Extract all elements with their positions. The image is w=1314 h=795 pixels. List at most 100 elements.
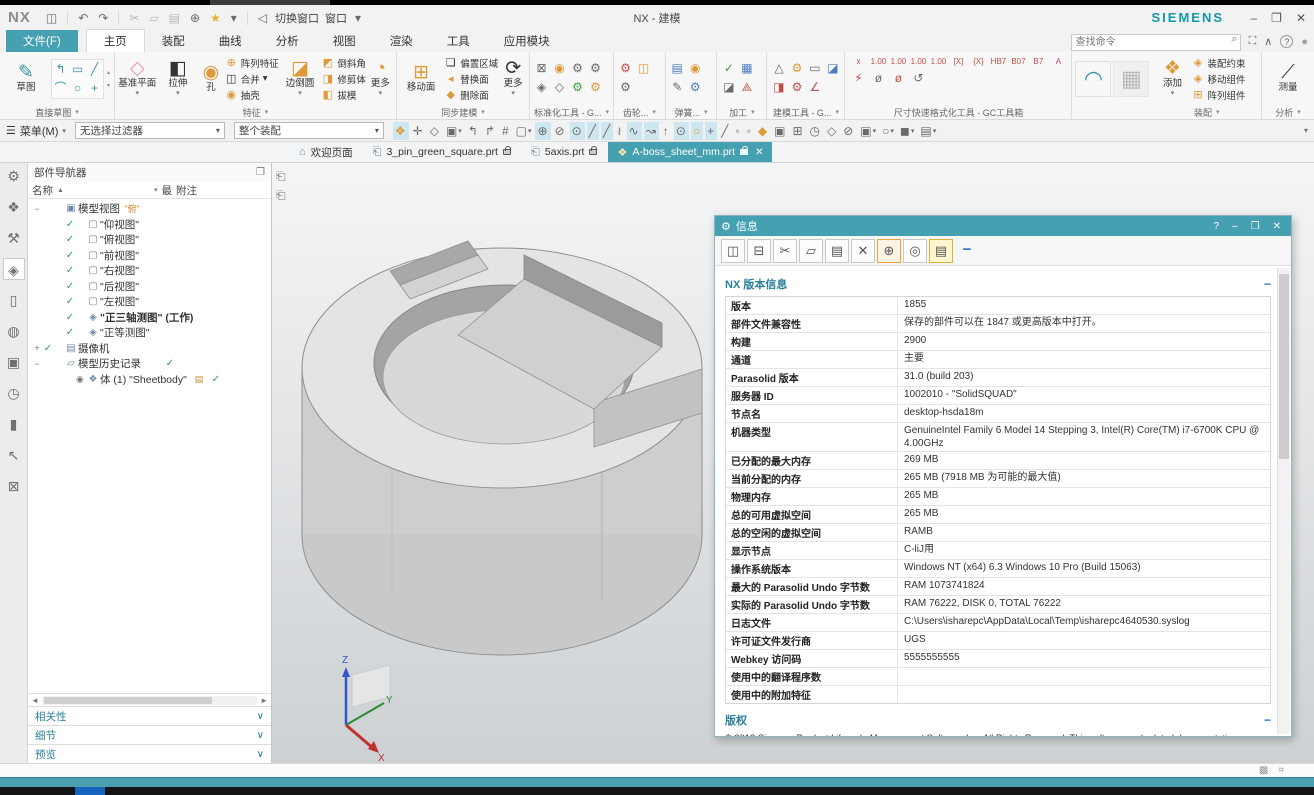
standard-tool-icon[interactable]: ◇ xyxy=(551,79,568,95)
sketch-tool-icon[interactable]: ⌒ xyxy=(52,79,69,98)
selection-toolbar-icon[interactable]: ╱ xyxy=(587,122,599,140)
minimize-window-icon[interactable]: – xyxy=(1250,11,1257,25)
constraint-navigator-icon[interactable]: ⚒ xyxy=(3,227,25,249)
dialog-minimize-icon[interactable]: ‒ xyxy=(1228,221,1242,232)
selection-toolbar-icon[interactable]: ◆ xyxy=(756,122,770,140)
tree-row[interactable]: ◉ ❖ 体 (1) "Sheetbody" ▤ ✓ xyxy=(32,372,271,388)
selection-toolbar-icon[interactable]: ▤▾ xyxy=(918,122,938,140)
dimension-format-icon[interactable]: {X} xyxy=(968,54,988,70)
standard-tool-icon[interactable]: ⚙ xyxy=(587,60,604,76)
tree-row[interactable]: − ▣ 模型视图 "俯" xyxy=(32,201,271,217)
expander-icon[interactable]: − xyxy=(32,359,42,369)
tree-row[interactable]: ✓ ▢ "后视图" xyxy=(32,279,271,295)
redo-icon[interactable]: ↷ xyxy=(94,10,112,26)
dimension-format-icon[interactable]: ⚡ xyxy=(848,70,868,86)
standard-tool-icon[interactable]: ⚙ xyxy=(587,79,604,95)
dimension-format-icon[interactable]: A xyxy=(1048,54,1068,70)
check-icon[interactable]: ✓ xyxy=(64,296,76,307)
standard-tool-icon[interactable]: ◈ xyxy=(533,79,550,95)
view-manager-icon[interactable]: ◍ xyxy=(3,320,25,342)
selection-toolbar-icon[interactable]: ╱ xyxy=(601,122,613,140)
selection-toolbar-icon[interactable]: ≀ xyxy=(615,122,625,140)
datum-plane-button[interactable]: ◇基准平面▾ xyxy=(118,59,157,97)
hole-button[interactable]: ◉孔 xyxy=(199,63,223,93)
hd3d-tools-icon[interactable]: ▮ xyxy=(3,413,25,435)
tab-analysis[interactable]: 分析 xyxy=(259,30,316,52)
tab-render[interactable]: 渲染 xyxy=(373,30,430,52)
selection-toolbar-icon[interactable]: # xyxy=(500,122,512,140)
dialog-title-bar[interactable]: ⚙ 信息 ? ‒ ❐ ✕ xyxy=(715,216,1291,236)
check-icon[interactable]: ✓ xyxy=(64,250,76,261)
collapse-all-icon[interactable]: − xyxy=(955,239,979,263)
selection-toolbar-icon[interactable]: ◦ xyxy=(745,122,754,140)
crosshair-icon[interactable]: ⊕ xyxy=(877,239,901,263)
tree-row[interactable]: − ▱ 模型历史记录 ✓ xyxy=(32,356,271,372)
dimension-format-icon[interactable]: 1.00 xyxy=(928,54,948,70)
system-tools-icon[interactable]: ⊠ xyxy=(3,475,25,497)
dimension-format-icon[interactable]: ↺ xyxy=(908,70,928,86)
save-icon[interactable]: ◫ xyxy=(721,239,745,263)
standard-tool-icon[interactable]: ⊠ xyxy=(533,60,550,76)
menu-button[interactable]: ☰菜单(M)▾ xyxy=(6,123,66,139)
favorites-caret-icon[interactable]: ▾ xyxy=(227,10,241,26)
selection-toolbar-icon[interactable]: ↝ xyxy=(644,122,659,140)
sketch-button[interactable]: ✎草图 xyxy=(3,63,49,93)
orient-view-icon[interactable]: ⊕ xyxy=(186,10,204,26)
cut-icon[interactable]: ✂ xyxy=(125,10,143,26)
dialog-scrollbar[interactable] xyxy=(1277,268,1290,734)
dimension-format-icon[interactable]: 1.00 xyxy=(868,54,888,70)
sketch-tool-icon[interactable]: + xyxy=(86,79,103,98)
maximize-window-icon[interactable]: ❐ xyxy=(1271,11,1282,25)
dimension-format-icon[interactable]: B7 xyxy=(1028,54,1048,70)
edge-blend-button[interactable]: ◪边倒圆▾ xyxy=(281,59,320,97)
copy-icon[interactable]: ▱ xyxy=(145,10,162,26)
move-component-button[interactable]: ◈移动组件 xyxy=(1191,71,1245,86)
delete-icon[interactable]: ✕ xyxy=(851,239,875,263)
tab-part-5axis[interactable]: ⎗5axis.prt xyxy=(522,142,607,162)
measure-button[interactable]: ⟋测量 xyxy=(1265,63,1311,93)
tree-row[interactable]: + ✓ ▤ 摄像机 xyxy=(32,341,271,357)
selection-toolbar-icon[interactable]: ◇ xyxy=(825,122,839,140)
tab-assembly[interactable]: 装配 xyxy=(145,30,202,52)
selection-toolbar-icon[interactable]: ▣▾ xyxy=(858,122,878,140)
sync-more-button[interactable]: ⟳更多▾ xyxy=(500,59,526,97)
notes-icon[interactable]: ▤ xyxy=(929,239,953,263)
selection-toolbar-icon[interactable]: ◇ xyxy=(428,122,442,140)
machining-tool-icon[interactable]: ▦ xyxy=(738,60,755,76)
pattern-feature-button[interactable]: ⊕阵列特征 xyxy=(225,55,279,70)
toolbar-overflow-icon[interactable]: ▾ xyxy=(1304,126,1308,135)
selection-toolbar-icon[interactable]: ◷ xyxy=(808,122,823,140)
roles-icon[interactable]: ↖ xyxy=(3,444,25,466)
collapse-ribbon-icon[interactable]: ∧ xyxy=(1264,35,1272,48)
scrollbar-thumb[interactable] xyxy=(1279,274,1289,459)
check-icon[interactable]: ✓ xyxy=(64,234,76,245)
collapse-section-icon[interactable]: − xyxy=(1264,277,1271,291)
selection-toolbar-icon[interactable]: ↰ xyxy=(466,122,481,140)
spring-tool-icon[interactable]: ◉ xyxy=(687,60,704,76)
dimension-format-icon[interactable]: ø xyxy=(888,70,908,86)
selection-toolbar-icon[interactable]: ↱ xyxy=(483,122,498,140)
copy-icon[interactable]: ▱ xyxy=(799,239,823,263)
modeling-tool-icon[interactable]: ▭ xyxy=(806,60,823,76)
modeling-tool-icon[interactable]: ⚙ xyxy=(788,79,805,95)
machining-tool-icon[interactable]: ◪ xyxy=(720,79,737,95)
tab-welcome-page[interactable]: ⌂欢迎页面 xyxy=(290,142,362,162)
selection-scope-dropdown[interactable]: 整个装配▾ xyxy=(234,122,384,139)
gear-tool-icon[interactable]: ⚙ xyxy=(617,60,634,76)
fit-status-icon[interactable]: ⌗ xyxy=(1278,765,1284,776)
web-browser-icon[interactable]: ▣ xyxy=(3,351,25,373)
tab-part-a-boss-sheet-mm[interactable]: ❖A-boss_sheet_mm.prt✕ xyxy=(608,142,772,162)
expander-icon[interactable]: − xyxy=(32,204,42,214)
navigator-column-headers[interactable]: 名称▲ ▾ 最 附注 xyxy=(28,182,271,199)
dialog-help-icon[interactable]: ? xyxy=(1210,221,1224,232)
favorites-star-icon[interactable]: ★ xyxy=(206,10,225,26)
selection-toolbar-icon[interactable]: ◼▾ xyxy=(898,122,916,140)
tab-part-3-pin-green-square[interactable]: ⎗3_pin_green_square.prt xyxy=(364,142,520,162)
tab-file[interactable]: 文件(F) xyxy=(6,30,78,52)
selection-toolbar-icon[interactable]: ↑ xyxy=(661,122,672,140)
modeling-tool-icon[interactable]: ◨ xyxy=(770,79,787,95)
selection-toolbar-icon[interactable]: ⊘ xyxy=(841,122,856,140)
history-icon[interactable]: ◷ xyxy=(3,382,25,404)
navigator-horizontal-scrollbar[interactable]: ◄► xyxy=(28,693,271,706)
selection-toolbar-icon[interactable]: + xyxy=(705,122,717,140)
